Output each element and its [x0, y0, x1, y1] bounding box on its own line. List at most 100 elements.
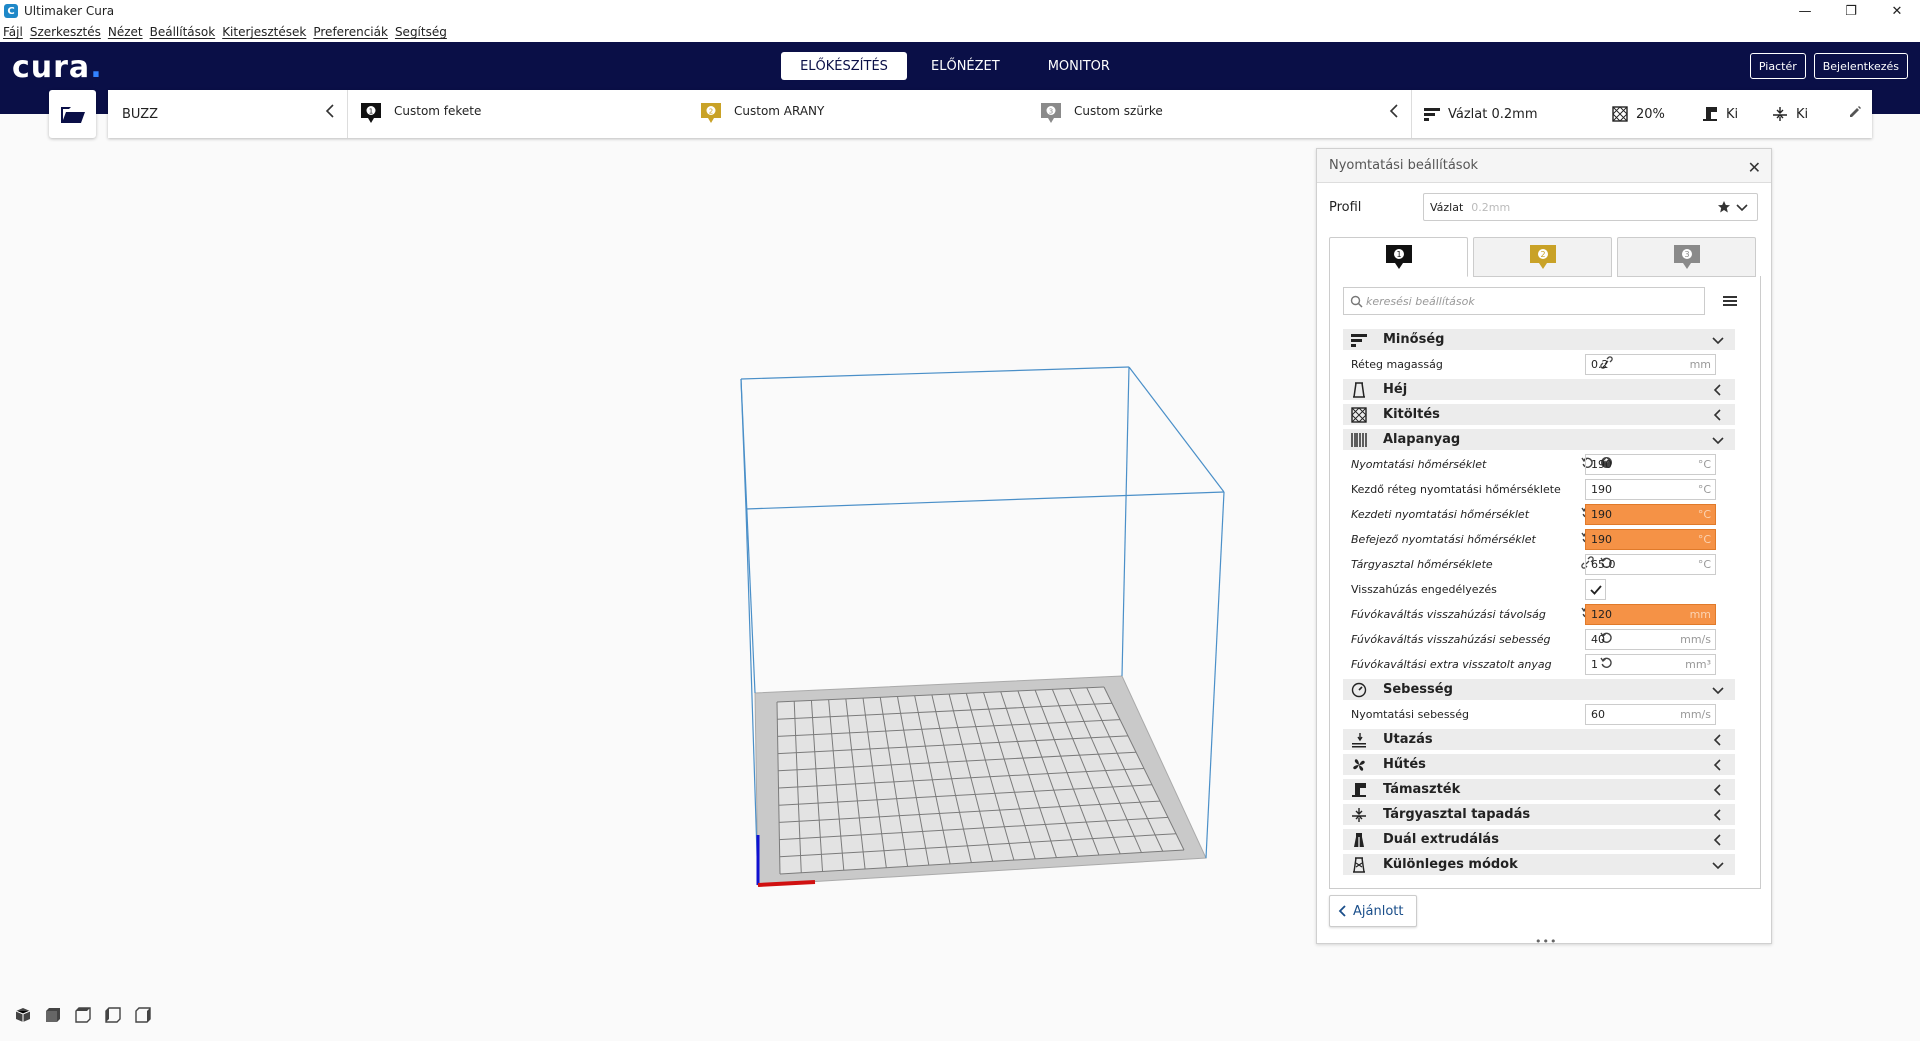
view-3d-icon[interactable] — [15, 1007, 31, 1023]
chevron-left-icon — [325, 104, 334, 118]
quality-icon — [1424, 108, 1440, 121]
signin-button[interactable]: Bejelentkezés — [1813, 53, 1908, 79]
setting-input[interactable]: 65.0 °C — [1585, 554, 1716, 575]
chevron-left-icon — [1713, 834, 1721, 846]
support-summary: Ki — [1702, 106, 1772, 122]
checkbox[interactable] — [1585, 579, 1606, 600]
pencil-icon[interactable] — [1848, 105, 1862, 119]
settings-list: Minőség Réteg magasság 0.2 mm Héj Kitölté… — [1343, 329, 1735, 883]
svg-text:1: 1 — [1396, 250, 1401, 259]
category-label: Támaszték — [1383, 782, 1461, 797]
panel-header: Nyomtatási beállítások ✕ — [1317, 149, 1771, 183]
print-setup-summary[interactable]: Vázlat 0.2mm 20% Ki Ki — [1412, 90, 1872, 138]
recommended-mode-button[interactable]: Ajánlott — [1329, 895, 1417, 927]
tab-prepare[interactable]: ELŐKÉSZÍTÉS — [781, 52, 907, 80]
infill-summary: 20% — [1612, 106, 1702, 122]
svg-text:3: 3 — [1684, 250, 1689, 259]
cura-app-icon: C — [4, 4, 18, 18]
setting-input[interactable]: 1 mm³ — [1585, 654, 1716, 675]
check-icon — [1589, 584, 1602, 595]
menu-bar: Fájl Szerkesztés Nézet Beállítások Kiter… — [0, 22, 1920, 42]
chevron-down-icon — [1712, 687, 1724, 695]
setting-label: Fúvókaváltási extra visszatolt anyag — [1351, 658, 1552, 671]
restore-icon[interactable]: ❐ — [1828, 0, 1874, 22]
setting-label: Fúvókaváltás visszahúzási sebesség — [1351, 633, 1551, 646]
machine-selector[interactable]: BUZZ — [108, 90, 348, 138]
setting-label: Fúvókaváltás visszahúzási távolság — [1351, 608, 1546, 621]
tab-extruder-1[interactable]: 1 — [1329, 237, 1468, 277]
view-front-icon[interactable] — [45, 1007, 61, 1023]
setting-input-error[interactable]: 190 °C — [1585, 504, 1716, 525]
menu-edit[interactable]: Szerkesztés — [30, 25, 101, 39]
profile-label: Profil — [1329, 199, 1362, 215]
view-top-icon[interactable] — [75, 1007, 91, 1023]
search-icon — [1350, 295, 1363, 308]
tab-extruder-2[interactable]: 2 — [1473, 237, 1612, 277]
chevron-down-icon — [1736, 204, 1748, 212]
window-title: Ultimaker Cura — [24, 4, 115, 18]
close-icon[interactable]: ✕ — [1748, 158, 1761, 177]
extruder-tabs: 1 2 3 — [1329, 237, 1761, 277]
chevron-left-icon — [1713, 759, 1721, 771]
menu-preferences[interactable]: Preferenciák — [313, 25, 388, 39]
category-shell[interactable]: Héj — [1343, 379, 1735, 400]
profile-dropdown[interactable]: Vázlat 0.2mm — [1423, 193, 1758, 221]
view-right-icon[interactable] — [135, 1007, 151, 1023]
search-placeholder: keresési beállítások — [1366, 294, 1475, 308]
category-special-modes[interactable]: Különleges módok — [1343, 854, 1735, 875]
travel-icon — [1351, 732, 1367, 748]
setting-input[interactable]: 40 mm/s — [1585, 629, 1716, 650]
category-speed[interactable]: Sebesség — [1343, 679, 1735, 700]
setting-input-error[interactable]: 120 mm — [1585, 604, 1716, 625]
category-dual-extrusion[interactable]: Duál extrudálás — [1343, 829, 1735, 850]
category-quality[interactable]: Minőség — [1343, 329, 1735, 350]
category-support[interactable]: Támaszték — [1343, 779, 1735, 800]
chevron-left-icon — [1338, 905, 1346, 917]
setting-initial-print-temperature: Kezdeti nyomtatási hőmérséklet 190 °C — [1343, 504, 1735, 525]
extruder-2[interactable]: 2 Custom ARANY — [688, 90, 1028, 138]
setting-input[interactable]: 190 °C — [1585, 454, 1716, 475]
setting-input[interactable]: 0.2 mm — [1585, 354, 1716, 375]
category-label: Héj — [1383, 382, 1408, 397]
setting-input[interactable]: 60 mm/s — [1585, 704, 1716, 725]
setting-switch-retraction-distance: Fúvókaváltás visszahúzási távolság 120 mm — [1343, 604, 1735, 625]
search-input[interactable]: keresési beállítások — [1343, 287, 1705, 315]
category-travel[interactable]: Utazás — [1343, 729, 1735, 750]
minimize-icon[interactable]: — — [1782, 0, 1828, 22]
view-left-icon[interactable] — [105, 1007, 121, 1023]
menu-extensions[interactable]: Kiterjesztések — [222, 25, 306, 39]
quality-icon — [1351, 332, 1367, 348]
panel-resize-handle[interactable]: ••• — [1535, 935, 1557, 948]
extruder-1[interactable]: 1 Custom fekete — [348, 90, 688, 138]
category-label: Alapanyag — [1383, 432, 1461, 447]
extruder-configuration[interactable]: 1 Custom fekete 2 Custom ARANY 3 Custom … — [348, 90, 1412, 138]
setting-print-temperature: Nyomtatási hőmérséklet 190 °C — [1343, 454, 1735, 475]
category-cooling[interactable]: Hűtés — [1343, 754, 1735, 775]
close-window-icon[interactable]: ✕ — [1874, 0, 1920, 22]
category-material[interactable]: Alapanyag — [1343, 429, 1735, 450]
category-build-plate-adhesion[interactable]: Tárgyasztal tapadás — [1343, 804, 1735, 825]
svg-text:1: 1 — [369, 108, 373, 116]
material-icon — [1351, 432, 1367, 448]
marketplace-button[interactable]: Piactér — [1749, 53, 1806, 79]
tab-extruder-3[interactable]: 3 — [1617, 237, 1756, 277]
category-infill[interactable]: Kitöltés — [1343, 404, 1735, 425]
setting-label: Nyomtatási sebesség — [1351, 708, 1470, 721]
setting-input-error[interactable]: 190 °C — [1585, 529, 1716, 550]
shell-icon — [1351, 381, 1367, 398]
menu-file[interactable]: Fájl — [3, 25, 23, 39]
header-actions: Piactér Bejelentkezés — [1742, 53, 1908, 79]
settings-visibility-menu-icon[interactable] — [1723, 295, 1737, 307]
extruder-3[interactable]: 3 Custom szürke — [1028, 90, 1368, 138]
star-icon[interactable] — [1717, 200, 1731, 214]
menu-view[interactable]: Nézet — [108, 25, 143, 39]
extruder-material: Custom ARANY — [734, 104, 825, 118]
tab-preview[interactable]: ELŐNÉZET — [907, 52, 1024, 80]
tab-monitor[interactable]: MONITOR — [1024, 52, 1134, 80]
menu-help[interactable]: Segítség — [395, 25, 447, 39]
category-label: Kitöltés — [1383, 407, 1440, 422]
menu-settings[interactable]: Beállítások — [150, 25, 216, 39]
setting-input[interactable]: 190 °C — [1585, 479, 1716, 500]
infill-value: 20% — [1636, 106, 1665, 122]
open-file-button[interactable] — [49, 90, 96, 138]
